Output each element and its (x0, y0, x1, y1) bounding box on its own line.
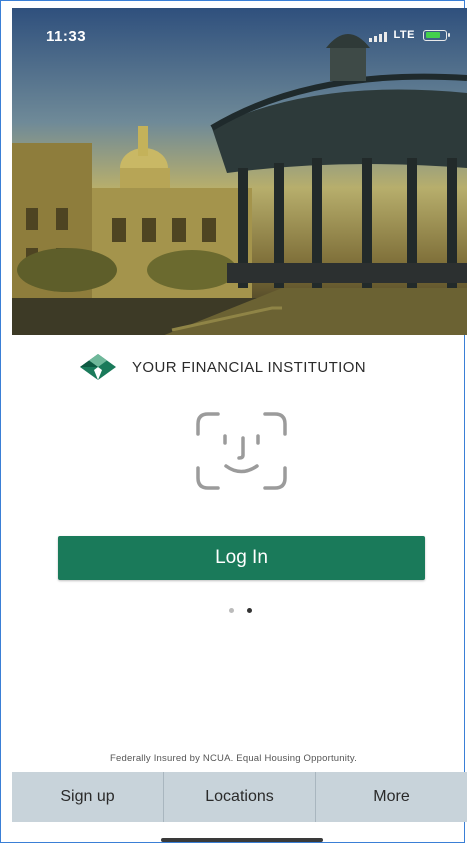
tab-more[interactable]: More (316, 772, 467, 822)
page-indicator[interactable] (229, 608, 252, 613)
tab-sign-up[interactable]: Sign up (12, 772, 164, 822)
institution-name: YOUR FINANCIAL INSTITUTION (132, 358, 367, 376)
page-dot-1[interactable] (229, 608, 234, 613)
status-bar: 11:33 LTE (12, 8, 467, 56)
home-indicator[interactable] (161, 838, 323, 842)
hero-scene (12, 8, 467, 335)
hero-image: 11:33 LTE (12, 8, 467, 335)
login-button[interactable]: Log In (58, 536, 425, 580)
bottom-tab-bar: Sign up Locations More (12, 772, 467, 822)
brand-header: YOUR FINANCIAL INSTITUTION (78, 352, 366, 382)
diamond-leaf-logo-icon (80, 354, 116, 380)
network-type: LTE (393, 29, 415, 41)
disclosure-text: Federally Insured by NCUA. Equal Housing… (110, 753, 357, 764)
tab-locations[interactable]: Locations (164, 772, 316, 822)
face-id-icon[interactable] (194, 410, 289, 492)
signal-icon (369, 32, 387, 42)
page-dot-2[interactable] (247, 608, 252, 613)
battery-icon (423, 30, 450, 41)
status-time: 11:33 (46, 28, 87, 45)
